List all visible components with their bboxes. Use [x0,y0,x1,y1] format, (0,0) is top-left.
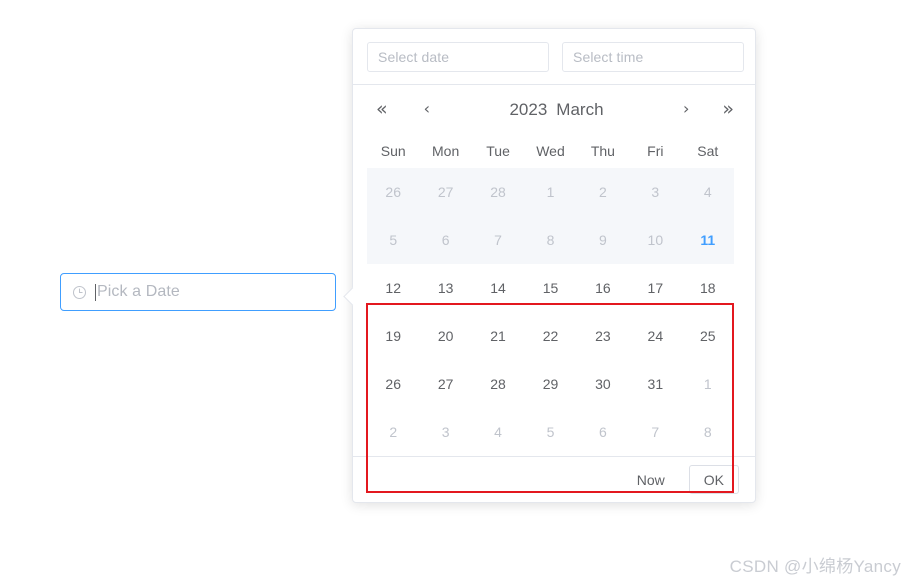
calendar-day-cell: 3 [629,168,682,216]
calendar-day-cell[interactable]: 19 [367,312,419,360]
calendar-day-cell: 7 [471,216,525,264]
calendar-day-cell: 27 [419,168,472,216]
calendar-day-cell: 26 [367,168,420,216]
select-time-input[interactable]: Select time [562,42,744,72]
calendar-day-cell[interactable]: 27 [419,360,471,408]
calendar-day-cell[interactable]: 4 [472,408,524,456]
calendar-month-label[interactable]: March [556,100,603,119]
calendar-grid: Sun Mon Tue Wed Thu Fri Sat 26 27 28 1 2 3 4 5 6 7 8 9 10 1… [367,133,734,456]
watermark-text: CSDN @小绵杨Yancy [729,557,901,576]
calendar-day-cell: 5 [367,216,420,264]
clock-icon [72,285,87,299]
next-month-button[interactable]: › [683,101,689,117]
calendar-day-cell[interactable]: 25 [682,312,734,360]
calendar-week-row: 19 20 21 22 23 24 25 [367,312,734,360]
calendar-day-cell[interactable]: 2 [367,408,419,456]
calendar-title: 2023 March [430,101,683,118]
popup-footer: Now OK [353,456,755,502]
calendar-day-cell: 4 [681,168,734,216]
calendar-day-cell[interactable]: 13 [419,264,471,312]
calendar-day-cell: 28 [471,168,525,216]
weekday-header: Fri [647,142,664,159]
next-year-button[interactable]: » [722,99,734,119]
calendar-day-cell: 8 [524,216,577,264]
calendar-day-cell[interactable]: 23 [577,312,629,360]
calendar-day-cell: 2 [576,168,630,216]
calendar-year-label[interactable]: 2023 [509,100,547,119]
select-date-input[interactable]: Select date [367,42,549,72]
weekday-header: Sat [697,142,719,159]
weekday-header: Thu [590,142,615,159]
popup-input-row: Select date Select time [353,29,755,85]
calendar-day-cell: 9 [576,216,630,264]
calendar-day-cell[interactable]: 17 [629,264,681,312]
calendar-week-row: 2345678 [367,408,734,456]
calendar-day-cell[interactable]: 22 [524,312,576,360]
calendar-week-row: 5 6 7 8 9 10 11 [367,216,734,264]
datetime-picker-popup[interactable]: Select date Select time « ‹ 2023 March › … [343,28,756,503]
calendar-weekday-row: Sun Mon Tue Wed Thu Fri Sat [367,133,734,168]
weekday-header: Tue [486,142,510,159]
calendar-day-cell[interactable]: 16 [577,264,629,312]
weekday-header: Wed [536,142,565,159]
calendar-day-cell[interactable]: 18 [682,264,734,312]
popup-arrow [343,287,362,306]
calendar-week-row: 12 13 14 15 16 17 18 [367,264,734,312]
calendar-week-row: 26 27 28 29 30 31 1 [367,360,734,408]
calendar-day-cell[interactable]: 28 [472,360,524,408]
calendar-day-cell[interactable]: 7 [629,408,681,456]
calendar-day-cell: 6 [419,216,472,264]
calendar-day-cell[interactable]: 1 [682,360,734,408]
calendar-day-cell: 11 [681,216,734,264]
calendar-day-cell[interactable]: 5 [524,408,576,456]
weekday-header: Sun [380,142,406,159]
date-trigger-input[interactable]: Pick a Date [60,273,336,311]
calendar-day-cell[interactable]: 14 [472,264,524,312]
calendar-day-cell[interactable]: 12 [367,264,419,312]
calendar-nav-row: « ‹ 2023 March › » [353,85,755,133]
prev-year-button[interactable]: « [376,99,388,119]
calendar-day-cell[interactable]: 20 [419,312,471,360]
now-button[interactable]: Now [637,472,665,488]
calendar-day-cell[interactable]: 21 [472,312,524,360]
calendar-body: 26 27 28 1 2 3 4 5 6 7 8 9 10 11 12 13 14 15 16 17 18 19 20 21 2… [367,168,734,456]
text-cursor [95,283,96,301]
date-trigger-placeholder: Pick a Date [97,283,180,300]
calendar-day-cell: 10 [629,216,682,264]
calendar-day-cell[interactable]: 6 [577,408,629,456]
calendar-day-cell[interactable]: 24 [629,312,681,360]
weekday-header: Mon [432,142,460,159]
calendar-day-cell[interactable]: 8 [682,408,734,456]
calendar-week-row: 26 27 28 1 2 3 4 [367,168,734,216]
calendar-day-cell[interactable]: 30 [577,360,629,408]
calendar-day-cell[interactable]: 29 [524,360,576,408]
ok-button[interactable]: OK [688,465,739,494]
calendar-day-cell[interactable]: 3 [419,408,471,456]
calendar-day-cell[interactable]: 31 [629,360,681,408]
calendar-day-cell: 1 [524,168,577,216]
calendar-day-cell[interactable]: 26 [367,360,419,408]
calendar-day-cell[interactable]: 15 [524,264,576,312]
